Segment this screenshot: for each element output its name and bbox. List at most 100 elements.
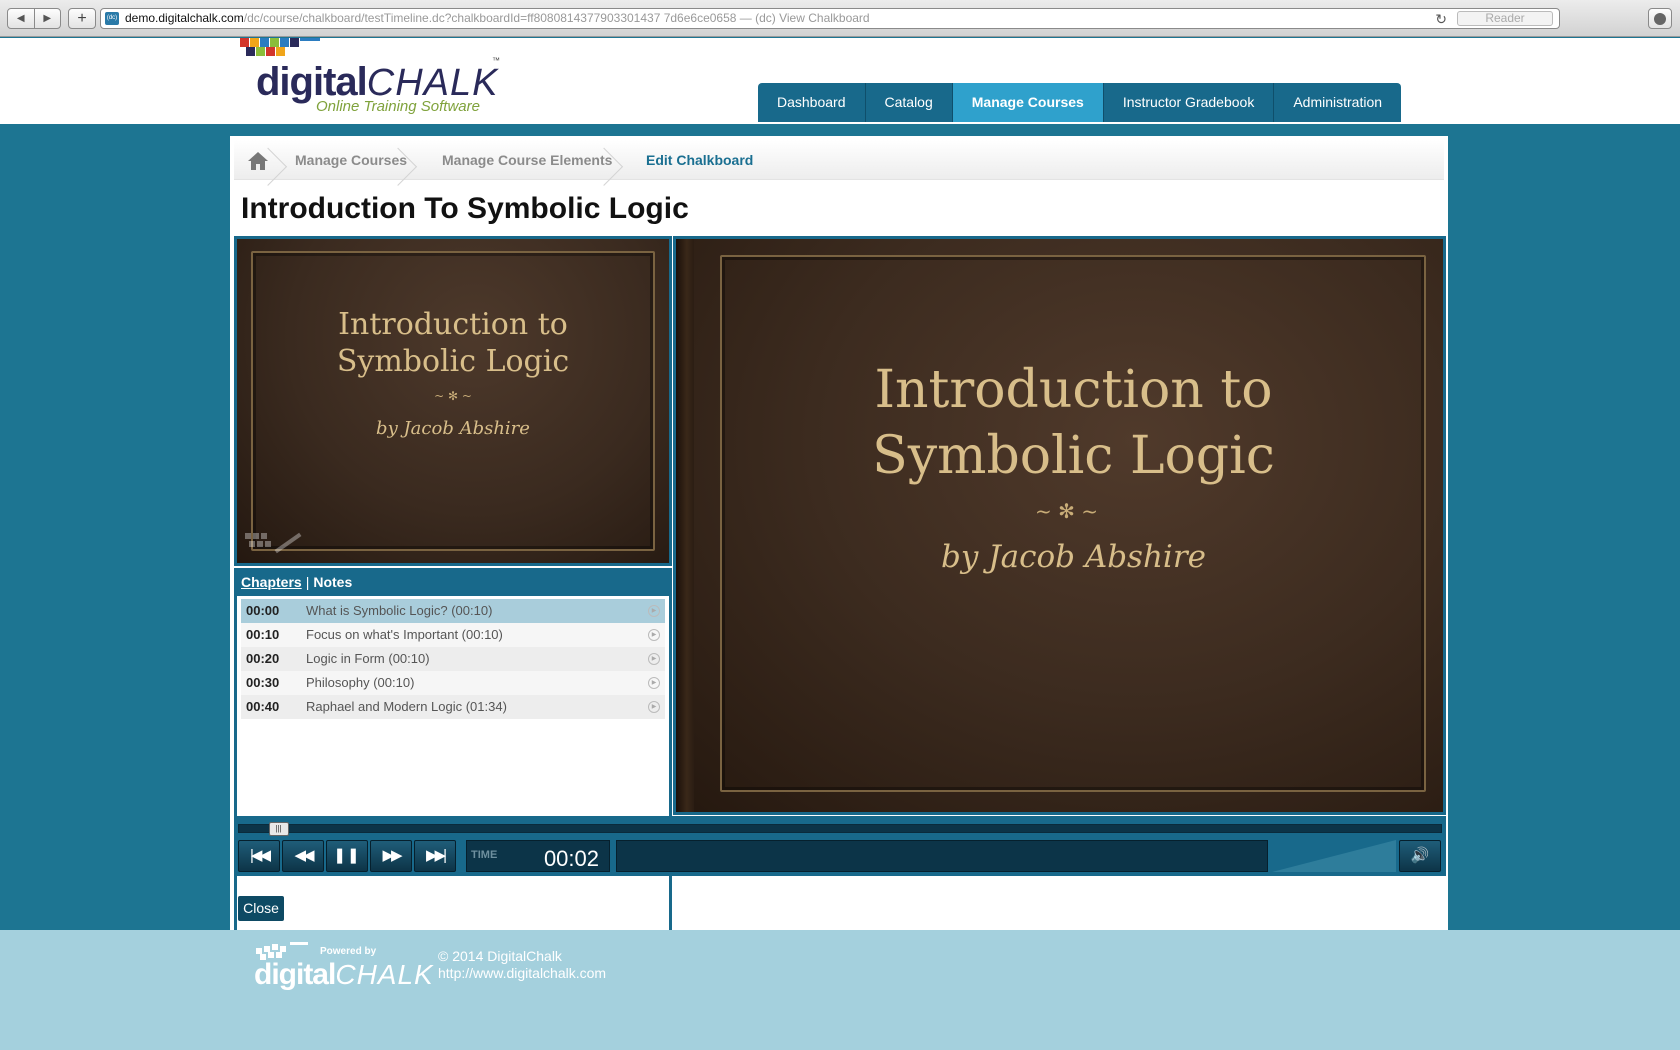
thumbnail-ornament: ~ ✻ ~ <box>434 389 472 403</box>
history-nav: ◀ ▶ <box>7 8 61 29</box>
play-chapter-icon[interactable]: ▶ <box>648 677 660 689</box>
slide-thumbnail[interactable]: Introduction to Symbolic Logic ~ ✻ ~ by … <box>234 236 672 566</box>
chapter-title: Raphael and Modern Logic (01:34) <box>306 699 507 714</box>
download-icon <box>1654 12 1666 25</box>
page-title: Introduction To Symbolic Logic <box>241 192 689 225</box>
play-chapter-icon[interactable]: ▶ <box>648 629 660 641</box>
chapter-row[interactable]: 00:00 What is Symbolic Logic? (00:10) ▶ <box>241 599 665 623</box>
chapter-title: Philosophy (00:10) <box>306 675 415 690</box>
address-bar[interactable]: (dc) demo.digitalchalk.com/dc/course/cha… <box>100 8 1560 29</box>
caption-area <box>616 840 1268 872</box>
nav-tab-administration[interactable]: Administration <box>1274 83 1401 122</box>
nav-tab-dashboard[interactable]: Dashboard <box>758 83 866 122</box>
breadcrumb-separator <box>398 140 416 180</box>
slide-ornament: ~ ✻ ~ <box>1035 499 1098 523</box>
play-chapter-icon[interactable]: ▶ <box>648 605 660 617</box>
slide-byline: by Jacob Abshire <box>940 539 1207 575</box>
url-path: /dc/course/chalkboard/testTimeline.dc?ch… <box>243 11 737 25</box>
volume-slider[interactable] <box>1272 840 1396 872</box>
skip-to-end-icon: ▶▶| <box>426 847 447 864</box>
time-label: TIME <box>471 849 498 861</box>
powered-by-label: Powered by <box>320 946 377 957</box>
volume-button[interactable]: 🔊 <box>1399 840 1441 872</box>
main-navigation: Dashboard Catalog Manage Courses Instruc… <box>758 83 1402 122</box>
logo-trademark: ™ <box>492 56 500 65</box>
progress-bar[interactable]: ||| <box>238 822 1442 836</box>
chapter-time: 00:20 <box>246 651 280 666</box>
reload-icon[interactable]: ↻ <box>1435 10 1447 28</box>
tab-notes[interactable]: Notes <box>313 574 352 590</box>
play-chapter-icon[interactable]: ▶ <box>648 653 660 665</box>
chapter-time: 00:00 <box>246 603 280 618</box>
nav-tab-instructor-gradebook[interactable]: Instructor Gradebook <box>1104 83 1275 122</box>
breadcrumb: Manage Courses Manage Course Elements Ed… <box>234 140 1444 180</box>
skip-to-start-button[interactable]: |◀◀ <box>238 840 280 872</box>
browser-toolbar: ◀ ▶ + (dc) demo.digitalchalk.com/dc/cour… <box>0 0 1680 37</box>
fast-forward-icon: ▶▶ <box>382 847 402 864</box>
chapter-row[interactable]: 00:30 Philosophy (00:10) ▶ <box>241 671 665 695</box>
chapter-row[interactable]: 00:10 Focus on what's Important (00:10) … <box>241 623 665 647</box>
slide-title-line2: Symbolic Logic <box>872 426 1275 486</box>
breadcrumb-manage-course-elements[interactable]: Manage Course Elements <box>442 140 612 180</box>
chapter-row[interactable]: 00:20 Logic in Form (00:10) ▶ <box>241 647 665 671</box>
fast-forward-button[interactable]: ▶▶ <box>370 840 412 872</box>
main-slide-viewer[interactable]: Introduction to Symbolic Logic ~ ✻ ~ by … <box>673 236 1446 815</box>
tab-separator: | <box>305 574 310 590</box>
breadcrumb-edit-chalkboard: Edit Chalkboard <box>646 152 754 168</box>
footer-url-link[interactable]: http://www.digitalchalk.com <box>438 965 606 982</box>
nav-tab-manage-courses[interactable]: Manage Courses <box>952 83 1104 122</box>
url-page-title: — (dc) View Chalkboard <box>736 11 870 25</box>
logo-tagline: Online Training Software <box>316 98 480 115</box>
media-player-controls: ||| |◀◀ ◀◀ ❚❚ ▶▶ ▶▶| TIME 00:02 🔊 <box>234 816 1446 876</box>
chapter-title: Focus on what's Important (00:10) <box>306 627 503 642</box>
play-chapter-icon[interactable]: ▶ <box>648 701 660 713</box>
slide-title-line1: Introduction to <box>874 360 1273 420</box>
nav-tab-catalog[interactable]: Catalog <box>866 83 953 122</box>
digitalchalk-logo[interactable]: digitalCHALK ™ Online Training Software <box>240 38 510 124</box>
chapter-time: 00:30 <box>246 675 280 690</box>
slide-frame-border <box>720 255 1426 792</box>
close-button[interactable]: Close <box>238 896 284 921</box>
skip-to-end-button[interactable]: ▶▶| <box>414 840 456 872</box>
chapters-panel: Chapters | Notes 00:00 What is Symbolic Lo… <box>234 568 672 950</box>
powered-by-logo: Powered by digitalCHALK <box>250 942 433 1002</box>
rewind-button[interactable]: ◀◀ <box>282 840 324 872</box>
volume-icon: 🔊 <box>1410 847 1430 864</box>
url-host: demo.digitalchalk.com <box>125 11 244 25</box>
chapter-row[interactable]: 00:40 Raphael and Modern Logic (01:34) ▶ <box>241 695 665 719</box>
back-arrow-icon[interactable]: ◀ <box>8 9 35 28</box>
footer-info: © 2014 DigitalChalk http://www.digitalch… <box>438 948 606 982</box>
footer-wordmark: digitalCHALK <box>254 958 434 991</box>
tab-chapters[interactable]: Chapters <box>241 574 302 590</box>
chapter-title: What is Symbolic Logic? (00:10) <box>306 603 493 618</box>
site-header: digitalCHALK ™ Online Training Software … <box>0 38 1680 124</box>
chapter-title: Logic in Form (00:10) <box>306 651 430 666</box>
pause-icon: ❚❚ <box>333 847 361 864</box>
thumbnail-title-line2: Symbolic Logic <box>336 344 570 379</box>
pause-button[interactable]: ❚❚ <box>326 840 368 872</box>
thumbnail-title-line1: Introduction to <box>338 307 568 342</box>
time-value: 00:02 <box>543 846 599 871</box>
rewind-icon: ◀◀ <box>294 847 314 864</box>
chapter-time: 00:40 <box>246 699 280 714</box>
time-display: TIME 00:02 <box>466 840 610 872</box>
breadcrumb-separator <box>604 140 622 180</box>
chapters-list: 00:00 What is Symbolic Logic? (00:10) ▶ … <box>237 596 669 944</box>
breadcrumb-separator <box>268 140 286 180</box>
skip-to-start-icon: |◀◀ <box>250 847 271 864</box>
site-footer: Powered by digitalCHALK © 2014 DigitalCh… <box>0 930 1680 1050</box>
site-favicon-icon: (dc) <box>105 12 119 25</box>
copyright-text: © 2014 DigitalChalk <box>438 948 562 964</box>
forward-arrow-icon[interactable]: ▶ <box>35 9 61 28</box>
book-spine <box>676 239 694 812</box>
chapter-time: 00:10 <box>246 627 280 642</box>
main-slide-canvas: Introduction to Symbolic Logic ~ ✻ ~ by … <box>676 239 1443 812</box>
chalk-watermark-icon <box>245 525 315 555</box>
content-card: Manage Courses Manage Course Elements Ed… <box>230 136 1448 950</box>
chapters-panel-tabs: Chapters | Notes <box>237 568 669 596</box>
progress-handle[interactable]: ||| <box>268 822 289 836</box>
thumbnail-byline: by Jacob Abshire <box>376 418 530 439</box>
reader-button[interactable]: Reader <box>1457 11 1553 26</box>
new-tab-button[interactable]: + <box>68 8 96 29</box>
downloads-button[interactable] <box>1648 8 1672 29</box>
